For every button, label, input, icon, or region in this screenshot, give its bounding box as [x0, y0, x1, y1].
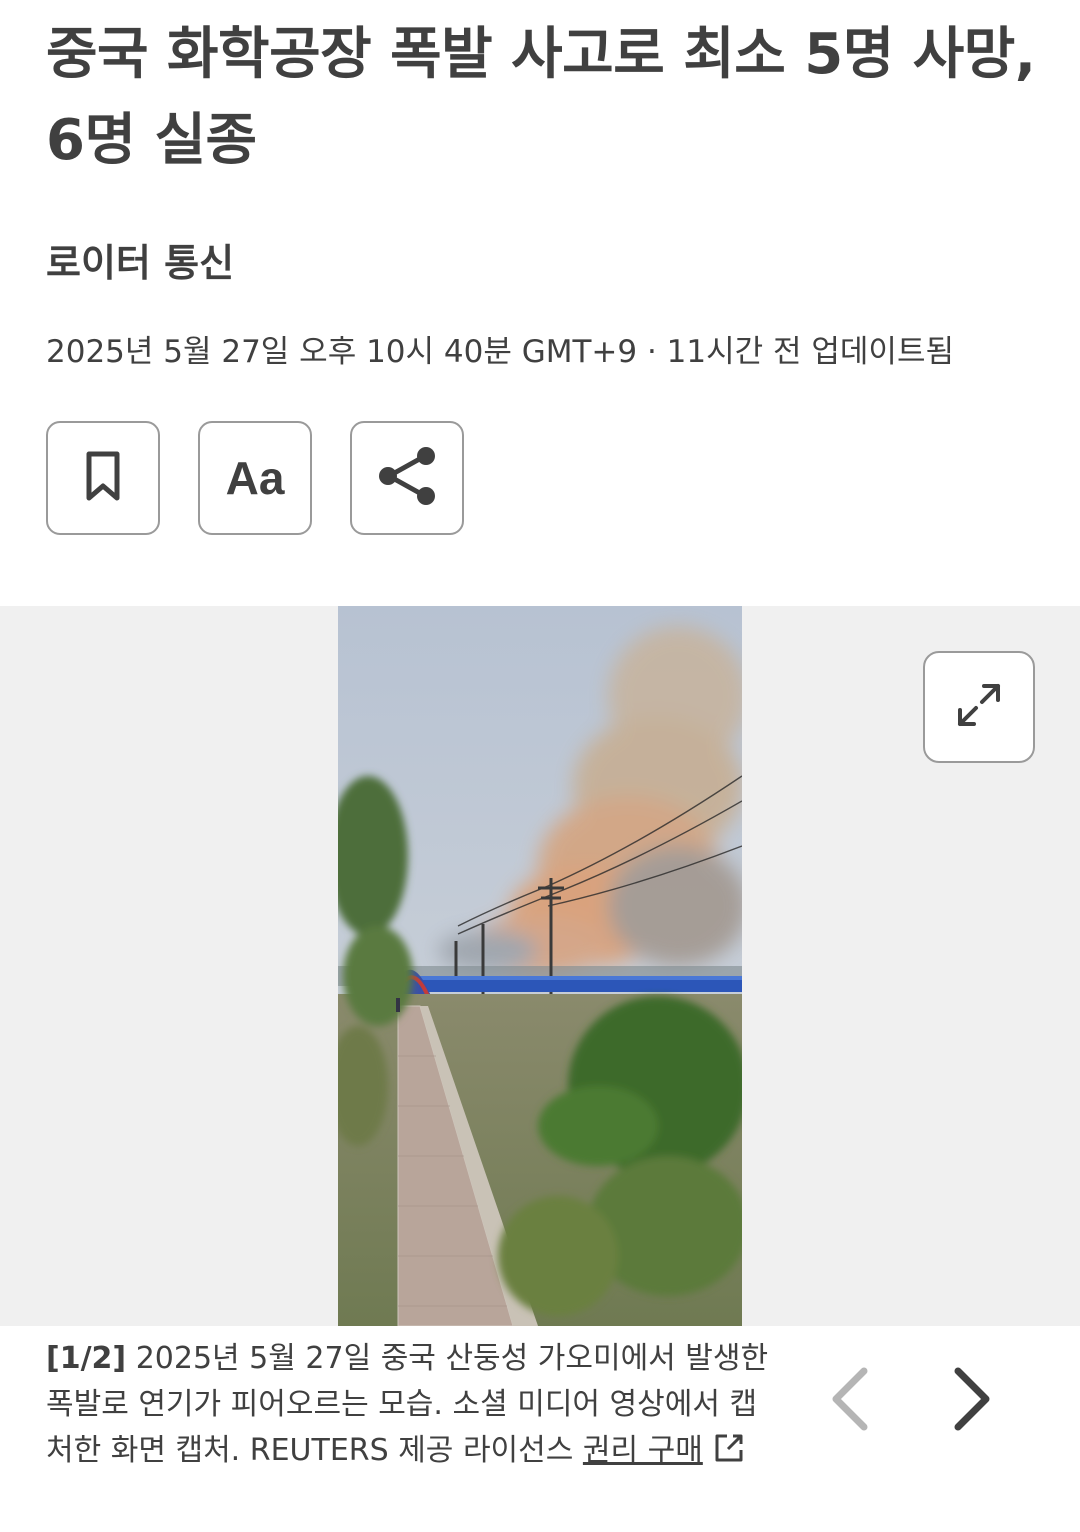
buy-rights-link[interactable]: 권리 구매: [583, 1433, 745, 1468]
external-link-icon: [713, 1432, 745, 1478]
image-gallery: [0, 606, 1080, 1326]
expand-icon: [954, 680, 1004, 734]
bookmark-icon: [83, 450, 123, 506]
text-size-label: Aa: [225, 452, 285, 504]
share-icon: [375, 444, 439, 512]
previous-image-button[interactable]: [820, 1366, 880, 1436]
article-dateline: 2025년 5월 27일 오후 10시 40분 GMT+9 · 11시간 전 업…: [46, 334, 954, 370]
chevron-left-icon: [828, 1367, 872, 1435]
chevron-right-icon: [950, 1367, 994, 1435]
gallery-image[interactable]: [338, 606, 742, 1326]
share-button[interactable]: [350, 421, 464, 535]
expand-button[interactable]: [923, 651, 1035, 763]
gallery-counter: [1/2]: [46, 1341, 127, 1376]
article-byline[interactable]: 로이터 통신: [46, 232, 234, 287]
bookmark-button[interactable]: [46, 421, 160, 535]
next-image-button[interactable]: [942, 1366, 1002, 1436]
text-size-button[interactable]: Aa: [198, 421, 312, 535]
article-headline: 중국 화학공장 폭발 사고로 최소 5명 사망, 6명 실종: [46, 22, 1036, 173]
image-caption: [1/2] 2025년 5월 27일 중국 산둥성 가오미에서 발생한 폭발로 …: [46, 1336, 776, 1478]
